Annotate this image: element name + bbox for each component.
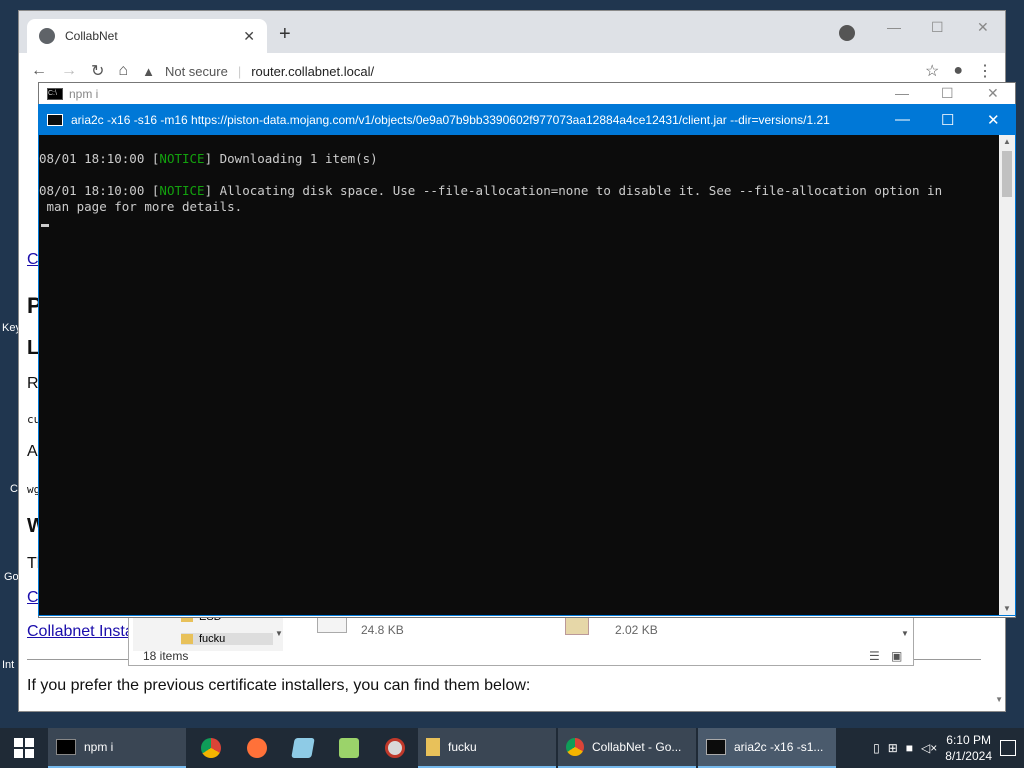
console-scrollbar[interactable]: ▲ ▼ bbox=[999, 135, 1015, 615]
chrome-tabbar: CollabNet ✕ + — ☐ ✕ bbox=[19, 11, 1005, 53]
page-link-2[interactable]: C bbox=[27, 589, 39, 607]
file-size-1: 24.8 KB bbox=[361, 623, 404, 637]
scroll-down-icon[interactable]: ▼ bbox=[1003, 604, 1011, 613]
console-line-3: man page for more details. bbox=[39, 199, 243, 214]
folder-icon bbox=[426, 738, 440, 756]
nav-scroll-down-icon[interactable]: ▼ bbox=[275, 629, 283, 638]
taskbar-notepadpp[interactable] bbox=[326, 728, 372, 768]
home-icon[interactable]: ⌂ bbox=[118, 62, 128, 80]
cmd-icon: C:\ bbox=[47, 88, 63, 100]
text-cursor bbox=[41, 224, 49, 227]
app-icon bbox=[385, 738, 405, 758]
desktop-label-4[interactable]: Int bbox=[2, 659, 14, 671]
chrome-icon bbox=[201, 738, 221, 758]
security-label[interactable]: Not secure bbox=[165, 64, 228, 79]
firefox-icon bbox=[247, 738, 267, 758]
console-line-1: 08/01 18:10:00 [NOTICE] Downloading 1 it… bbox=[39, 151, 378, 166]
back-icon[interactable]: ← bbox=[31, 62, 47, 80]
forward-icon[interactable]: → bbox=[61, 62, 77, 80]
chrome-tab-title: CollabNet bbox=[65, 29, 118, 43]
app-icon bbox=[291, 738, 315, 758]
chrome-minimize-icon[interactable]: — bbox=[887, 19, 901, 35]
device-icon[interactable]: ▯ bbox=[873, 741, 880, 755]
aria2c-minimize-icon[interactable]: — bbox=[895, 111, 910, 128]
aria2c-window: aria2c -x16 -s16 -m16 https://piston-dat… bbox=[38, 104, 1016, 616]
clock[interactable]: 6:10 PM 8/1/2024 bbox=[945, 732, 992, 764]
chrome-tab[interactable]: CollabNet ✕ bbox=[27, 19, 267, 53]
bookmark-star-icon[interactable]: ☆ bbox=[925, 61, 939, 81]
console-cursor-line bbox=[39, 215, 999, 231]
details-view-icon[interactable]: ☰ bbox=[869, 649, 880, 663]
taskbar-item-chrome[interactable]: CollabNet - Go... bbox=[558, 728, 696, 768]
windows-logo-icon bbox=[14, 738, 34, 758]
taskbar-app-blue[interactable] bbox=[280, 728, 326, 768]
tab-close-icon[interactable]: ✕ bbox=[243, 28, 255, 45]
new-tab-icon[interactable]: + bbox=[279, 23, 291, 46]
nav-item-fucku-label: fucku bbox=[199, 633, 226, 645]
page-text-a: A bbox=[27, 443, 38, 460]
taskbar-chrome[interactable] bbox=[188, 728, 234, 768]
url-text[interactable]: router.collabnet.local/ bbox=[251, 64, 374, 79]
taskbar-item-chrome-label: CollabNet - Go... bbox=[592, 740, 682, 754]
scroll-up-icon[interactable]: ▲ bbox=[1003, 137, 1011, 146]
collabnet-installer-link[interactable]: Collabnet Insta bbox=[27, 623, 134, 641]
chrome-maximize-icon[interactable]: ☐ bbox=[931, 19, 944, 36]
taskbar-item-explorer[interactable]: fucku bbox=[418, 728, 556, 768]
clock-time: 6:10 PM bbox=[946, 733, 991, 747]
volume-muted-icon[interactable]: ◁× bbox=[921, 741, 937, 755]
more-menu-icon[interactable]: ⋮ bbox=[977, 61, 993, 81]
console-icon bbox=[47, 114, 63, 126]
scrollbar-thumb[interactable] bbox=[1002, 151, 1012, 197]
taskbar-item-npm[interactable]: npm i bbox=[48, 728, 186, 768]
taskbar-item-aria2c-label: aria2c -x16 -s1... bbox=[734, 740, 824, 754]
large-icons-view-icon[interactable]: ▣ bbox=[891, 649, 902, 663]
taskbar-item-aria2c[interactable]: aria2c -x16 -s1... bbox=[698, 728, 836, 768]
explorer-status: 18 items bbox=[143, 649, 189, 663]
aria2c-window-title: aria2c -x16 -s16 -m16 https://piston-dat… bbox=[71, 113, 830, 127]
notepad-plus-plus-icon bbox=[339, 738, 359, 758]
npm-window-title: npm i bbox=[69, 87, 99, 101]
notifications-icon[interactable] bbox=[1000, 740, 1016, 756]
console-output[interactable]: 08/01 18:10:00 [NOTICE] Downloading 1 it… bbox=[39, 135, 999, 615]
account-icon[interactable]: ● bbox=[953, 62, 963, 80]
reload-icon[interactable]: ↻ bbox=[91, 61, 104, 81]
aria2c-maximize-icon[interactable]: ☐ bbox=[941, 111, 954, 129]
chrome-icon bbox=[566, 738, 584, 756]
taskbar: npm i fucku CollabNet - Go... aria2c -x1… bbox=[0, 728, 1024, 768]
start-button[interactable] bbox=[0, 728, 48, 768]
page-text-r: R bbox=[27, 375, 39, 392]
aria2c-titlebar: aria2c -x16 -s16 -m16 https://piston-dat… bbox=[39, 105, 1015, 135]
page-bottom-text: If you prefer the previous certificate i… bbox=[27, 677, 531, 694]
taskbar-firefox[interactable] bbox=[234, 728, 280, 768]
profile-menu-icon[interactable] bbox=[839, 25, 855, 41]
file-size-2: 2.02 KB bbox=[615, 623, 658, 637]
chrome-close-icon[interactable]: ✕ bbox=[977, 19, 989, 36]
warning-icon[interactable]: ▲ bbox=[142, 64, 155, 79]
page-scroll-down-icon[interactable]: ▼ bbox=[995, 695, 1003, 704]
clock-date: 8/1/2024 bbox=[945, 749, 992, 763]
desktop-label-3[interactable]: Go bbox=[4, 571, 19, 583]
taskbar-item-npm-label: npm i bbox=[84, 740, 114, 754]
npm-minimize-icon[interactable]: — bbox=[895, 85, 909, 101]
address-bar[interactable]: ▲ Not secure | router.collabnet.local/ bbox=[142, 64, 374, 79]
explorer-scroll-down-icon[interactable]: ▼ bbox=[901, 629, 909, 638]
globe-icon bbox=[39, 28, 55, 44]
system-tray: ▯ ⊞ ■ ◁× 6:10 PM 8/1/2024 bbox=[873, 732, 1024, 764]
folder-icon bbox=[181, 634, 193, 644]
desktop: Key Co Go Int CollabNet ✕ + — ☐ ✕ ← → ↻ … bbox=[0, 0, 1024, 728]
console-line-2: 08/01 18:10:00 [NOTICE] Allocating disk … bbox=[39, 183, 943, 198]
taskbar-app-red[interactable] bbox=[372, 728, 418, 768]
aria2c-close-icon[interactable]: ✕ bbox=[987, 111, 1000, 129]
taskbar-item-explorer-label: fucku bbox=[448, 740, 477, 754]
cmd-icon bbox=[56, 739, 76, 755]
color-app-icon[interactable]: ■ bbox=[906, 741, 913, 755]
npm-titlebar: C:\ npm i bbox=[39, 83, 1015, 105]
network-icon[interactable]: ⊞ bbox=[888, 741, 898, 755]
npm-close-icon[interactable]: ✕ bbox=[987, 85, 999, 102]
npm-maximize-icon[interactable]: ☐ bbox=[941, 85, 954, 102]
nav-item-fucku[interactable]: fucku bbox=[181, 633, 273, 645]
console-icon bbox=[706, 739, 726, 755]
